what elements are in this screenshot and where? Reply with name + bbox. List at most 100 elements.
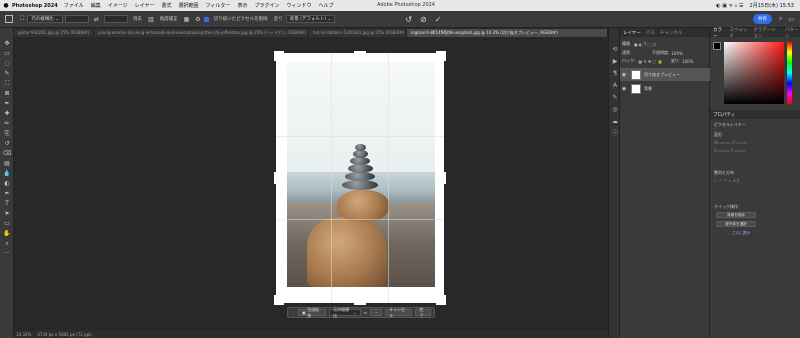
hue-slider[interactable] bbox=[787, 42, 792, 104]
filter-icons[interactable]: ▣ ◐ T ⬚ ⬡ bbox=[634, 42, 656, 47]
home-icon[interactable] bbox=[5, 15, 13, 23]
height-field[interactable] bbox=[103, 15, 128, 23]
brush-icon[interactable]: ✏ bbox=[2, 120, 12, 128]
photo-stacked-stones[interactable] bbox=[287, 62, 435, 287]
color-picker-field[interactable] bbox=[724, 42, 784, 104]
crop-handle-br[interactable] bbox=[443, 295, 446, 305]
ratio-dropdown[interactable]: 元の縦横比 ⌄ bbox=[27, 15, 63, 23]
crop-icon[interactable]: ⛶ bbox=[2, 80, 12, 88]
glyphs-icon[interactable]: ◎ bbox=[611, 106, 619, 114]
doc-tab-hot-air-balloon[interactable]: hot-air-balloon-1300341.jpg @ 25% (RGB/8… bbox=[309, 29, 407, 37]
quick-actions-section[interactable]: クイック操作 bbox=[714, 204, 738, 210]
shape-icon[interactable]: ▭ bbox=[2, 220, 12, 228]
tab-gradients[interactable]: グラデーション bbox=[753, 27, 780, 39]
swap-icon[interactable]: ⇄ bbox=[94, 16, 99, 23]
crop-handle-tr[interactable] bbox=[443, 51, 446, 61]
actions-icon[interactable]: ▶ bbox=[611, 58, 619, 66]
workspace-icon[interactable]: ▭ bbox=[788, 16, 794, 23]
menu-layer[interactable]: レイヤー bbox=[135, 2, 155, 9]
crop-handle-bottom[interactable] bbox=[354, 302, 366, 305]
history-icon[interactable]: ⟲ bbox=[611, 46, 619, 54]
menu-plugins[interactable]: プラグイン bbox=[254, 2, 279, 9]
crop-tool-icon[interactable]: ⛶ bbox=[20, 15, 24, 23]
menu-app-name[interactable]: Photoshop 2024 bbox=[12, 3, 58, 9]
character-icon[interactable]: A bbox=[611, 82, 619, 90]
remove-background-button[interactable]: 背景を削除 bbox=[716, 212, 756, 218]
path-select-icon[interactable]: ➤ bbox=[2, 210, 12, 218]
info-icon[interactable]: ⓘ bbox=[611, 130, 619, 138]
eye-icon[interactable]: ◉ bbox=[620, 86, 628, 92]
paragraph-icon[interactable]: ¶ bbox=[611, 70, 619, 78]
tab-properties[interactable]: プロパティ bbox=[713, 112, 735, 118]
layer-background[interactable]: ◉ 背景 bbox=[620, 82, 710, 95]
clock[interactable]: 2月15日(木) 15:53 bbox=[750, 2, 794, 9]
menu-select[interactable]: 選択範囲 bbox=[179, 2, 199, 9]
tab-color[interactable]: カラー bbox=[713, 27, 724, 39]
stamp-icon[interactable]: ⎘ bbox=[2, 130, 12, 138]
search-icon[interactable]: ⌕ bbox=[779, 15, 782, 23]
commit-crop-icon[interactable]: ✓ bbox=[435, 15, 442, 24]
tab-paths[interactable]: パス bbox=[646, 30, 655, 36]
pen-icon[interactable]: ✒ bbox=[2, 190, 12, 198]
crop-handle-left[interactable] bbox=[274, 172, 277, 184]
crop-handle-top[interactable] bbox=[354, 51, 366, 54]
doc-tab-young-woman[interactable]: young-woman-drinking-lemonade-and-eavesd… bbox=[94, 29, 309, 37]
layer-name[interactable]: 背景 bbox=[644, 86, 652, 92]
dodge-icon[interactable]: ◐ bbox=[2, 180, 12, 188]
straighten-icon[interactable]: ▥ bbox=[148, 16, 154, 23]
ctx-cancel-button[interactable]: キャンセル bbox=[385, 307, 413, 318]
blur-icon[interactable]: 💧 bbox=[2, 170, 12, 178]
menu-image[interactable]: イメージ bbox=[108, 2, 128, 9]
tab-layers[interactable]: レイヤー bbox=[623, 30, 641, 36]
menu-window[interactable]: ウィンドウ bbox=[286, 2, 311, 9]
artboard-icon[interactable]: ▭ bbox=[2, 50, 12, 58]
lasso-icon[interactable]: ◌ bbox=[2, 60, 12, 68]
crop-handle-right[interactable] bbox=[443, 172, 446, 184]
move-icon[interactable]: ✥ bbox=[2, 40, 12, 48]
ctx-more-button[interactable]: ··· bbox=[370, 309, 383, 316]
menu-filter[interactable]: フィルター bbox=[206, 2, 231, 9]
brush-settings-icon[interactable]: ✎ bbox=[611, 94, 619, 102]
align-section[interactable]: 整列と分布 bbox=[714, 170, 734, 176]
eyedropper-icon[interactable]: ✒ bbox=[2, 100, 12, 108]
tab-patterns[interactable]: パターン bbox=[785, 27, 800, 39]
transform-fields[interactable]: W ▭▭▭ H ▭▭▭ bbox=[714, 140, 747, 145]
menu-help[interactable]: ヘルプ bbox=[318, 2, 333, 9]
delete-pixels-checkbox[interactable] bbox=[203, 16, 209, 22]
generative-expand-button[interactable]: ▣ 生成拡張 bbox=[298, 307, 327, 318]
eraser-icon[interactable]: ⌫ bbox=[2, 150, 12, 158]
align-icons[interactable]: ⊢ ⊣ ⊤ ⊥ ╪ ╫ bbox=[714, 178, 739, 183]
cancel-crop-icon[interactable]: ⊘ bbox=[420, 15, 427, 24]
ctx-done-button[interactable]: 完了 bbox=[415, 307, 431, 318]
zoom-level[interactable]: 14.32% bbox=[16, 332, 31, 337]
layer-crop-preview[interactable]: ◉ 切り抜きプレビュー bbox=[620, 68, 710, 81]
overlay-grid-icon[interactable]: ▦ bbox=[184, 16, 190, 23]
share-button[interactable]: 共有 bbox=[752, 14, 772, 24]
healing-icon[interactable]: ✚ bbox=[2, 110, 12, 118]
status-icons[interactable]: ◐ ▣ ᯤ ⌕ ☰ bbox=[716, 3, 743, 9]
transform-fields-2[interactable]: X ▭▭▭ Y ▭▭▭ bbox=[714, 148, 746, 153]
menu-view[interactable]: 表示 bbox=[237, 2, 247, 9]
more-link[interactable]: さらに表示 bbox=[732, 231, 750, 236]
more-icon[interactable]: ··· bbox=[2, 250, 12, 258]
menu-type[interactable]: 書式 bbox=[162, 2, 172, 9]
transform-section[interactable]: 変形 bbox=[714, 132, 722, 138]
opacity-value[interactable]: 100% bbox=[671, 51, 682, 56]
width-field[interactable] bbox=[64, 15, 89, 23]
crop-handle-bl[interactable] bbox=[274, 295, 277, 305]
select-subject-button[interactable]: 被写体を選択 bbox=[716, 221, 756, 227]
ctx-tool-icon[interactable]: ▭ bbox=[364, 310, 368, 315]
layer-name[interactable]: 切り抜きプレビュー bbox=[644, 72, 680, 78]
quick-select-icon[interactable]: ✎ bbox=[2, 70, 12, 78]
apple-icon[interactable]: ● bbox=[0, 2, 12, 9]
clear-button[interactable]: 消去 bbox=[133, 16, 142, 22]
menu-edit[interactable]: 編集 bbox=[91, 2, 101, 9]
hand-icon[interactable]: ✋ bbox=[2, 230, 12, 238]
menu-file[interactable]: ファイル bbox=[64, 2, 84, 9]
reset-icon[interactable]: ↺ bbox=[405, 15, 412, 24]
history-brush-icon[interactable]: ↺ bbox=[2, 140, 12, 148]
document-info[interactable]: 3734 px x 5602 px (72 ppi) bbox=[37, 332, 92, 337]
gradient-icon[interactable]: ▤ bbox=[2, 160, 12, 168]
foreground-color-swatch[interactable] bbox=[713, 42, 721, 50]
doc-tab-ingmar[interactable]: ingmar-h-8K14N0jtNi-unsplash.jpg @ 14.3%… bbox=[407, 29, 608, 37]
